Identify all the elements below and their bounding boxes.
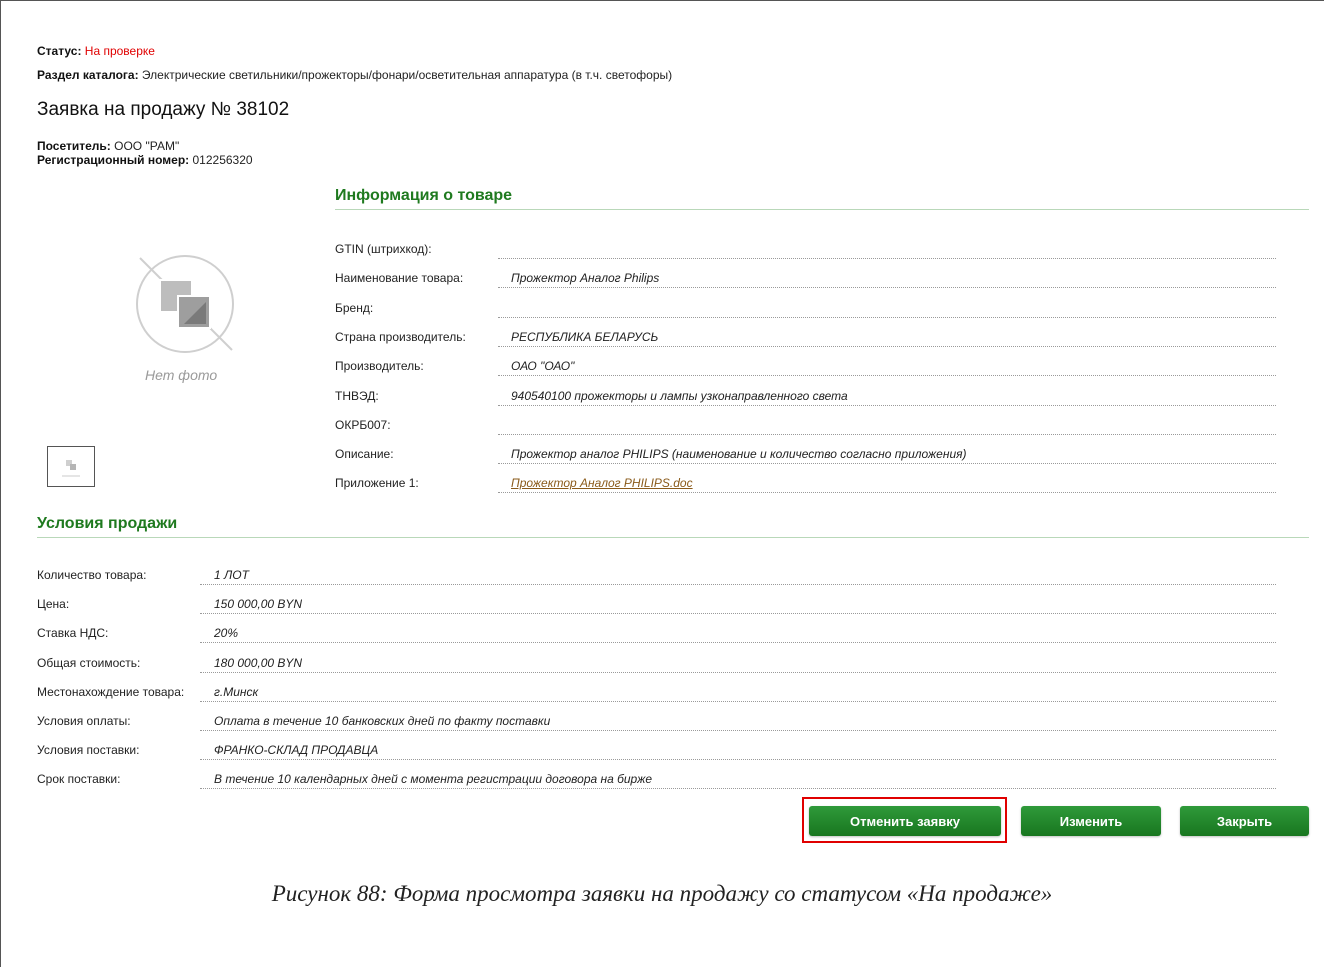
product-row-label: GTIN (штрихкод):	[335, 242, 432, 256]
row-divider	[498, 375, 1276, 377]
sale-row-value: 150 000,00 BYN	[214, 597, 303, 612]
status-label: Статус:	[37, 44, 82, 58]
product-row-value: 940540100 прожекторы и лампы узконаправл…	[511, 388, 848, 403]
product-row-value: Прожектор Аналог Philips	[511, 271, 660, 286]
sale-terms-divider	[37, 537, 1309, 538]
product-row-label: Приложение 1:	[335, 476, 419, 491]
close-button[interactable]: Закрыть	[1180, 806, 1309, 836]
sale-row-label: Срок поставки:	[37, 772, 121, 787]
attachment-link[interactable]: Прожектор Аналог PHILIPS.doc	[511, 476, 693, 490]
visitor-label: Посетитель:	[37, 139, 111, 153]
product-row-value: ОАО "ОАО"	[511, 359, 575, 374]
row-divider	[498, 404, 1276, 406]
catalog-label: Раздел каталога:	[37, 68, 139, 82]
product-row-label: Страна производитель:	[335, 329, 466, 344]
sale-row-value: 1 ЛОТ	[214, 568, 249, 582]
row-divider	[498, 463, 1276, 465]
visitor-value: ООО "РАМ"	[114, 139, 180, 153]
sale-row-label: Цена:	[37, 597, 70, 612]
row-divider	[498, 287, 1276, 289]
product-info-heading: Информация о товаре	[335, 187, 513, 204]
row-divider	[200, 671, 1276, 673]
catalog-value: Электрические светильники/прожекторы/фон…	[141, 68, 673, 82]
product-row-label: Описание:	[335, 447, 394, 462]
sale-row-label: Общая стоимость:	[37, 655, 141, 670]
regnum-value: 012256320	[192, 153, 253, 167]
row-divider	[498, 258, 1276, 259]
sale-row-value: г.Минск	[214, 684, 259, 699]
sale-terms-heading: Условия продажи	[37, 515, 178, 532]
row-divider	[498, 492, 1276, 494]
row-divider	[498, 345, 1276, 347]
product-row-label: ТНВЭД:	[335, 388, 379, 403]
status-line: Статус: На проверке	[37, 44, 155, 58]
sale-row-label: Условия оплаты:	[37, 714, 131, 728]
photo-thumbnail[interactable]	[47, 446, 95, 487]
sale-row-label: Местонахождение товара:	[37, 684, 185, 699]
row-divider	[200, 788, 1276, 790]
product-row-value: Прожектор аналог PHILIPS (наименование и…	[511, 447, 967, 462]
page-title: Заявка на продажу № 38102	[37, 99, 290, 120]
visitor-block: Посетитель: ООО "РАМ" Регистрационный но…	[37, 139, 253, 167]
no-photo-text: Нет фото	[145, 367, 218, 383]
sale-row-value: Оплата в течение 10 банковских дней по ф…	[214, 714, 551, 728]
sale-row-label: Количество товара:	[37, 568, 147, 582]
catalog-line: Раздел каталога: Электрические светильни…	[37, 68, 672, 82]
row-divider	[200, 730, 1276, 731]
regnum-label: Регистрационный номер:	[37, 153, 190, 167]
product-row-label: ОКРБ007:	[335, 417, 391, 432]
status-value: На проверке	[84, 44, 155, 58]
row-divider	[200, 642, 1276, 644]
sale-row-label: Условия поставки:	[37, 743, 140, 758]
product-row-label: Производитель:	[335, 359, 424, 374]
figure-caption: Рисунок 88: Форма просмотра заявки на пр…	[271, 881, 1053, 906]
row-divider	[200, 759, 1276, 761]
sale-row-value: 180 000,00 BYN	[214, 655, 303, 670]
row-divider	[498, 433, 1276, 435]
row-divider	[200, 613, 1276, 615]
product-row-label: Бренд:	[335, 300, 374, 315]
sale-row-value: В течение 10 календарных дней с момента …	[214, 772, 653, 787]
product-row-label: Наименование товара:	[335, 271, 464, 286]
row-divider	[200, 700, 1276, 702]
row-divider	[200, 584, 1276, 585]
sale-row-value: ФРАНКО-СКЛАД ПРОДАВЦА	[214, 743, 379, 758]
sale-row-value: 20%	[214, 626, 239, 641]
edit-button[interactable]: Изменить	[1021, 806, 1161, 836]
sale-row-label: Ставка НДС:	[37, 626, 109, 641]
product-row-value: РЕСПУБЛИКА БЕЛАРУСЬ	[511, 329, 659, 344]
row-divider	[498, 316, 1276, 318]
highlight-frame	[802, 797, 1007, 843]
product-info-divider	[335, 209, 1309, 210]
